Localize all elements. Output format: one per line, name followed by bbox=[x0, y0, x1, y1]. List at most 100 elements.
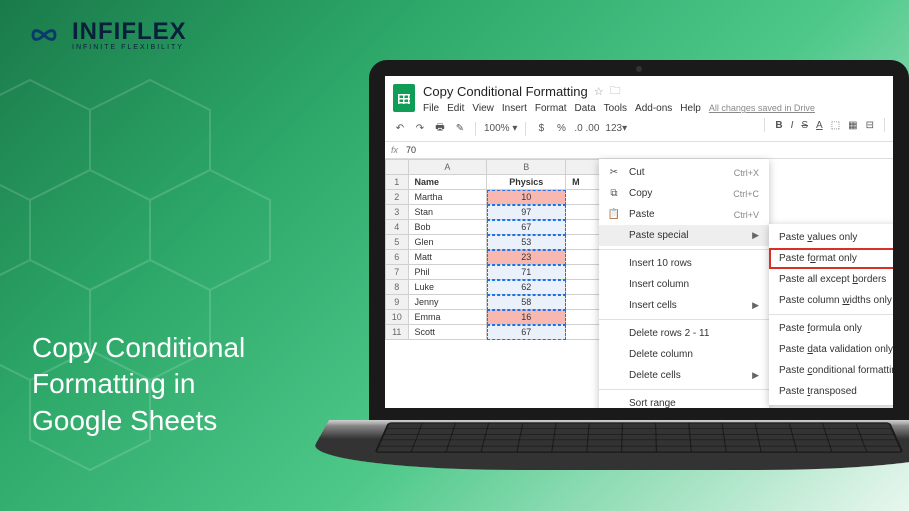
undo-icon[interactable]: ↶ bbox=[393, 123, 407, 134]
cell-name[interactable]: Bob bbox=[408, 220, 487, 235]
cell-a1[interactable]: Name bbox=[408, 175, 487, 190]
cut-icon: ✂ bbox=[607, 167, 621, 178]
menu-tools[interactable]: Tools bbox=[604, 103, 627, 114]
chevron-right-icon: ▶ bbox=[752, 300, 759, 311]
percent-button[interactable]: % bbox=[554, 123, 568, 134]
ctx-delete-column[interactable]: Delete column bbox=[599, 344, 769, 365]
laptop-mockup: Copy Conditional Formatting ☆ 🗀 File Edi… bbox=[329, 60, 909, 500]
move-folder-icon[interactable]: 🗀 bbox=[610, 82, 621, 101]
zoom-select[interactable]: 100% ▾ bbox=[484, 123, 517, 134]
print-icon[interactable]: 🖶 bbox=[433, 120, 447, 137]
toolbar-right: B I S A ⬚ ▦ ⊟ bbox=[762, 118, 887, 132]
col-header-a[interactable]: A bbox=[408, 160, 487, 175]
cell-physics[interactable]: 16 bbox=[487, 310, 566, 325]
paste-format-only[interactable]: Paste format only Ctrl+Alt+V bbox=[769, 248, 893, 269]
google-sheets-window: Copy Conditional Formatting ☆ 🗀 File Edi… bbox=[385, 76, 893, 408]
ctx-insert-column[interactable]: Insert column bbox=[599, 274, 769, 295]
menu-data[interactable]: Data bbox=[575, 103, 596, 114]
menu-insert[interactable]: Insert bbox=[502, 103, 527, 114]
menu-bar: File Edit View Insert Format Data Tools … bbox=[423, 103, 885, 114]
star-icon[interactable]: ☆ bbox=[594, 85, 604, 98]
row-header[interactable]: 8 bbox=[386, 280, 409, 295]
ctx-copy[interactable]: ⧉ Copy Ctrl+C bbox=[599, 183, 769, 204]
menu-addons[interactable]: Add-ons bbox=[635, 103, 672, 114]
ctx-insert-cells[interactable]: Insert cells ▶ bbox=[599, 295, 769, 316]
menu-view[interactable]: View bbox=[472, 103, 494, 114]
cell-name[interactable]: Emma bbox=[408, 310, 487, 325]
currency-button[interactable]: $ bbox=[534, 123, 548, 134]
cell-name[interactable]: Phil bbox=[408, 265, 487, 280]
cell-name[interactable]: Luke bbox=[408, 280, 487, 295]
cell-physics[interactable]: 10 bbox=[487, 190, 566, 205]
borders-icon[interactable]: ▦ bbox=[848, 120, 857, 131]
paste-formula-only[interactable]: Paste formula only bbox=[769, 318, 893, 339]
redo-icon[interactable]: ↷ bbox=[413, 123, 427, 134]
paint-format-icon[interactable]: ✎ bbox=[453, 123, 467, 134]
paste-special-submenu: Paste values only Ctrl+Shift+V Paste for… bbox=[769, 224, 893, 405]
cell-physics[interactable]: 62 bbox=[487, 280, 566, 295]
col-header-b[interactable]: B bbox=[487, 160, 566, 175]
brand-logo: INFIFLEX INFINITE FLEXIBILITY bbox=[22, 18, 187, 51]
paste-conditional-formatting[interactable]: Paste conditional formatting only bbox=[769, 360, 893, 381]
cell-physics[interactable]: 67 bbox=[487, 220, 566, 235]
menu-file[interactable]: File bbox=[423, 103, 439, 114]
row-header[interactable]: 6 bbox=[386, 250, 409, 265]
infinity-icon bbox=[22, 21, 66, 49]
ctx-delete-cells[interactable]: Delete cells ▶ bbox=[599, 365, 769, 386]
paste-column-widths[interactable]: Paste column widths only bbox=[769, 290, 893, 311]
google-sheets-icon[interactable] bbox=[393, 84, 415, 112]
cell-b1[interactable]: Physics bbox=[487, 175, 566, 190]
menu-edit[interactable]: Edit bbox=[447, 103, 464, 114]
row-header[interactable]: 1 bbox=[386, 175, 409, 190]
strike-button[interactable]: S bbox=[801, 120, 808, 131]
row-header[interactable]: 9 bbox=[386, 295, 409, 310]
italic-button[interactable]: I bbox=[791, 120, 794, 131]
row-header[interactable]: 2 bbox=[386, 190, 409, 205]
cell-name[interactable]: Glen bbox=[408, 235, 487, 250]
document-title[interactable]: Copy Conditional Formatting bbox=[423, 84, 588, 99]
cell-name[interactable]: Stan bbox=[408, 205, 487, 220]
decimals-button[interactable]: .0 .00 bbox=[574, 123, 599, 134]
number-format-button[interactable]: 123▾ bbox=[605, 123, 627, 134]
menu-format[interactable]: Format bbox=[535, 103, 567, 114]
row-header[interactable]: 10 bbox=[386, 310, 409, 325]
paste-data-validation[interactable]: Paste data validation only bbox=[769, 339, 893, 360]
ctx-delete-rows[interactable]: Delete rows 2 - 11 bbox=[599, 323, 769, 344]
menu-help[interactable]: Help bbox=[680, 103, 701, 114]
cell-physics[interactable]: 97 bbox=[487, 205, 566, 220]
paste-except-borders[interactable]: Paste all except borders bbox=[769, 269, 893, 290]
merge-icon[interactable]: ⊟ bbox=[866, 120, 874, 131]
row-header[interactable]: 7 bbox=[386, 265, 409, 280]
row-header[interactable]: 4 bbox=[386, 220, 409, 235]
fill-color-icon[interactable]: ⬚ bbox=[831, 120, 840, 131]
ctx-sort-range[interactable]: Sort range bbox=[599, 393, 769, 408]
keyboard bbox=[374, 422, 903, 452]
cell-physics[interactable]: 71 bbox=[487, 265, 566, 280]
cell-name[interactable]: Martha bbox=[408, 190, 487, 205]
cell-physics[interactable]: 67 bbox=[487, 325, 566, 340]
cell-physics[interactable]: 53 bbox=[487, 235, 566, 250]
paste-values-only[interactable]: Paste values only Ctrl+Shift+V bbox=[769, 227, 893, 248]
ctx-paste-special[interactable]: Paste special ▶ bbox=[599, 225, 769, 246]
paste-icon: 📋 bbox=[607, 209, 621, 220]
select-all-corner[interactable] bbox=[386, 160, 409, 175]
cell-name[interactable]: Matt bbox=[408, 250, 487, 265]
context-menu: ✂ Cut Ctrl+X ⧉ Copy Ctrl+C 📋 Paste Ctrl+… bbox=[599, 159, 769, 408]
cell-name[interactable]: Scott bbox=[408, 325, 487, 340]
save-status[interactable]: All changes saved in Drive bbox=[709, 103, 815, 114]
row-header[interactable]: 3 bbox=[386, 205, 409, 220]
text-color-button[interactable]: A bbox=[816, 120, 823, 131]
ctx-paste[interactable]: 📋 Paste Ctrl+V bbox=[599, 204, 769, 225]
cell-physics[interactable]: 23 bbox=[487, 250, 566, 265]
formula-input[interactable]: 70 bbox=[406, 145, 416, 155]
chevron-right-icon: ▶ bbox=[752, 370, 759, 381]
ctx-insert-rows[interactable]: Insert 10 rows bbox=[599, 253, 769, 274]
ctx-cut[interactable]: ✂ Cut Ctrl+X bbox=[599, 162, 769, 183]
cell-physics[interactable]: 58 bbox=[487, 295, 566, 310]
camera-dot bbox=[636, 66, 642, 72]
cell-name[interactable]: Jenny bbox=[408, 295, 487, 310]
paste-transposed[interactable]: Paste transposed bbox=[769, 381, 893, 402]
row-header[interactable]: 11 bbox=[386, 325, 409, 340]
bold-button[interactable]: B bbox=[775, 120, 782, 131]
row-header[interactable]: 5 bbox=[386, 235, 409, 250]
